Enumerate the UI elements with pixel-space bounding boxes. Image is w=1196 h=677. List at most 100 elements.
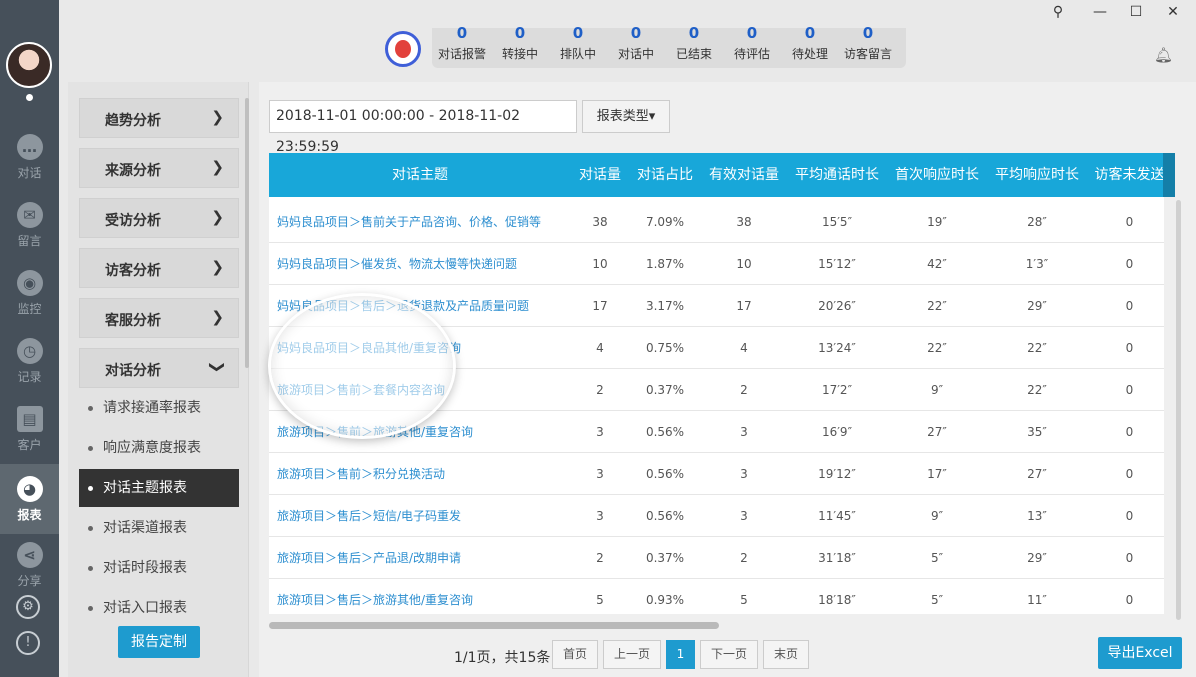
chevron-down-icon: ❯ bbox=[208, 360, 227, 374]
table-header-edge bbox=[1163, 153, 1175, 197]
menu-item-channel-report[interactable]: 对话渠道报表 bbox=[79, 509, 239, 547]
pie-chart-icon: ◕ bbox=[16, 476, 43, 502]
alert-info-icon[interactable]: ! bbox=[16, 631, 40, 655]
header-ratio[interactable]: 对话占比 bbox=[629, 153, 701, 197]
header-first-resp[interactable]: 首次响应时长 bbox=[887, 153, 987, 197]
table-row: 旅游项目＞售前＞套餐内容咨询 2 0.37% 2 17′2″ 9″ 22″ 0 bbox=[269, 369, 1164, 411]
cell-unsent: 0 bbox=[1125, 467, 1134, 481]
rail-item-records[interactable]: ◷ 记录 bbox=[0, 326, 59, 392]
cell-first-resp: 22″ bbox=[927, 299, 947, 313]
header-valid-count[interactable]: 有效对话量 bbox=[701, 153, 787, 197]
cell-topic[interactable]: 旅游项目＞售前＞旅游其他/重复咨询 bbox=[277, 411, 571, 453]
menu-section-conversation[interactable]: 对话分析 ❯ bbox=[79, 348, 239, 388]
table-horizontal-scrollbar[interactable] bbox=[269, 622, 719, 629]
menu-item-entry-report[interactable]: 对话入口报表 bbox=[79, 589, 239, 627]
stat-visitor-messages[interactable]: 0 访客留言 bbox=[840, 24, 896, 68]
cell-topic[interactable]: 旅游项目＞售后＞产品退/改期申请 bbox=[277, 537, 571, 579]
stat-value: 0 bbox=[804, 24, 816, 42]
stat-label: 访客留言 bbox=[843, 47, 892, 61]
menu-scrollbar[interactable] bbox=[245, 98, 249, 368]
menu-item-period-report[interactable]: 对话时段报表 bbox=[79, 549, 239, 587]
prev-page-button[interactable]: 上一页 bbox=[603, 640, 661, 669]
custom-report-button[interactable]: 报告定制 bbox=[118, 626, 200, 658]
header-avg-talk[interactable]: 平均通话时长 bbox=[787, 153, 887, 197]
stat-alarm[interactable]: 0 对话报警 bbox=[434, 24, 490, 68]
cell-unsent: 0 bbox=[1125, 425, 1134, 439]
table-header: 对话主题 对话量 对话占比 有效对话量 平均通话时长 首次响应时长 平均响应时长… bbox=[269, 153, 1164, 197]
rail-item-message[interactable]: ✉ 留言 bbox=[0, 190, 59, 256]
cell-count: 3 bbox=[596, 425, 604, 439]
header-count[interactable]: 对话量 bbox=[571, 153, 629, 197]
table-row: 妈妈良品项目＞售前关于产品咨询、价格、促销等 38 7.09% 38 15′5″ 19″ 2… bbox=[269, 201, 1164, 243]
menu-section-agent[interactable]: 客服分析 ❯ bbox=[79, 298, 239, 338]
current-page-button[interactable]: 1 bbox=[666, 640, 695, 669]
section-label: 受访分析 bbox=[105, 213, 161, 229]
first-page-button[interactable]: 首页 bbox=[552, 640, 598, 669]
cell-count: 17 bbox=[592, 299, 608, 313]
header-avg-resp[interactable]: 平均响应时长 bbox=[987, 153, 1087, 197]
table-vertical-scrollbar[interactable] bbox=[1176, 200, 1181, 620]
pin-icon[interactable]: ⚲ bbox=[1048, 2, 1068, 22]
cell-avg-talk: 17′2″ bbox=[821, 383, 853, 397]
menu-section-visited[interactable]: 受访分析 ❯ bbox=[79, 198, 239, 238]
cell-topic[interactable]: 旅游项目＞售前＞套餐内容咨询 bbox=[277, 369, 571, 411]
stat-label: 对话中 bbox=[617, 47, 654, 61]
cell-avg-talk: 19′12″ bbox=[818, 467, 856, 481]
header-topic[interactable]: 对话主题 bbox=[269, 153, 571, 197]
cell-unsent: 0 bbox=[1125, 551, 1134, 565]
stat-to-evaluate[interactable]: 0 待评估 bbox=[724, 24, 780, 68]
stat-transferring[interactable]: 0 转接中 bbox=[492, 24, 548, 68]
stat-label: 转接中 bbox=[501, 47, 538, 61]
rail-item-customers[interactable]: ▤ 客户 bbox=[0, 394, 59, 460]
rail-item-monitor[interactable]: ◉ 监控 bbox=[0, 258, 59, 324]
cell-avg-resp: 22″ bbox=[1027, 341, 1047, 355]
cell-topic[interactable]: 旅游项目＞售后＞旅游其他/重复咨询 bbox=[277, 579, 571, 614]
bell-icon[interactable]: 🔔︎ bbox=[1154, 46, 1173, 64]
next-page-button[interactable]: 下一页 bbox=[700, 640, 758, 669]
settings-gear-icon[interactable]: ⚙ bbox=[16, 595, 40, 619]
date-range-input[interactable]: 2018-11-01 00:00:00 - 2018-11-02 23:59:5… bbox=[269, 100, 577, 155]
cell-topic[interactable]: 旅游项目＞售后＞短信/电子码重发 bbox=[277, 495, 571, 537]
minimize-icon[interactable]: — bbox=[1090, 2, 1110, 22]
menu-section-trend[interactable]: 趋势分析 ❯ bbox=[79, 98, 239, 138]
cell-unsent: 0 bbox=[1125, 383, 1134, 397]
menu-item-topic-report[interactable]: 对话主题报表 bbox=[79, 469, 239, 507]
cell-topic[interactable]: 妈妈良品项目＞售前关于产品咨询、价格、促销等 bbox=[277, 201, 571, 243]
menu-section-visitor[interactable]: 访客分析 ❯ bbox=[79, 248, 239, 288]
rail-item-reports[interactable]: ◕ 报表 bbox=[0, 464, 59, 534]
rail-label: 监控 bbox=[17, 302, 42, 316]
close-icon[interactable]: ✕ bbox=[1163, 2, 1183, 22]
rail-item-share[interactable]: ⋖ 分享 bbox=[0, 530, 59, 596]
table-row: 旅游项目＞售前＞旅游其他/重复咨询 3 0.56% 3 16′9″ 27″ 35″ 0 bbox=[269, 411, 1164, 453]
cell-topic[interactable]: 妈妈良品项目＞良品其他/重复咨询 bbox=[277, 327, 571, 369]
report-type-dropdown[interactable]: 报表类型▾ bbox=[582, 100, 670, 133]
cell-ratio: 0.56% bbox=[645, 509, 685, 523]
stat-in-conversation[interactable]: 0 对话中 bbox=[608, 24, 664, 68]
avatar[interactable] bbox=[6, 42, 52, 88]
stat-value: 0 bbox=[572, 24, 584, 42]
export-excel-button[interactable]: 导出Excel bbox=[1098, 637, 1182, 669]
stat-to-process[interactable]: 0 待处理 bbox=[782, 24, 838, 68]
menu-item-connect-rate[interactable]: 请求接通率报表 bbox=[79, 389, 239, 427]
menu-item-satisfaction[interactable]: 响应满意度报表 bbox=[79, 429, 239, 467]
stat-ended[interactable]: 0 已结束 bbox=[666, 24, 722, 68]
cell-valid-count: 3 bbox=[740, 467, 748, 481]
table-row: 妈妈良品项目＞催发货、物流太慢等快递问题 10 1.87% 10 15′12″ 42″ 1′… bbox=[269, 243, 1164, 285]
menu-section-source[interactable]: 来源分析 ❯ bbox=[79, 148, 239, 188]
stat-label: 排队中 bbox=[559, 47, 596, 61]
cell-first-resp: 17″ bbox=[927, 467, 947, 481]
stat-value: 0 bbox=[630, 24, 642, 42]
header-unsent[interactable]: 访客未发送 bbox=[1087, 153, 1165, 197]
cell-first-resp: 5″ bbox=[930, 551, 944, 565]
cell-ratio: 3.17% bbox=[645, 299, 685, 313]
cell-unsent: 0 bbox=[1125, 593, 1134, 607]
cell-count: 2 bbox=[596, 383, 604, 397]
rail-item-chat[interactable]: … 对话 bbox=[0, 122, 59, 188]
rail-label: 客户 bbox=[17, 438, 42, 452]
maximize-icon[interactable]: ☐ bbox=[1126, 2, 1146, 22]
stat-queued[interactable]: 0 排队中 bbox=[550, 24, 606, 68]
cell-topic[interactable]: 妈妈良品项目＞售后＞退货退款及产品质量问题 bbox=[277, 285, 571, 327]
cell-topic[interactable]: 妈妈良品项目＞催发货、物流太慢等快递问题 bbox=[277, 243, 571, 285]
last-page-button[interactable]: 末页 bbox=[763, 640, 809, 669]
cell-topic[interactable]: 旅游项目＞售前＞积分兑换活动 bbox=[277, 453, 571, 495]
